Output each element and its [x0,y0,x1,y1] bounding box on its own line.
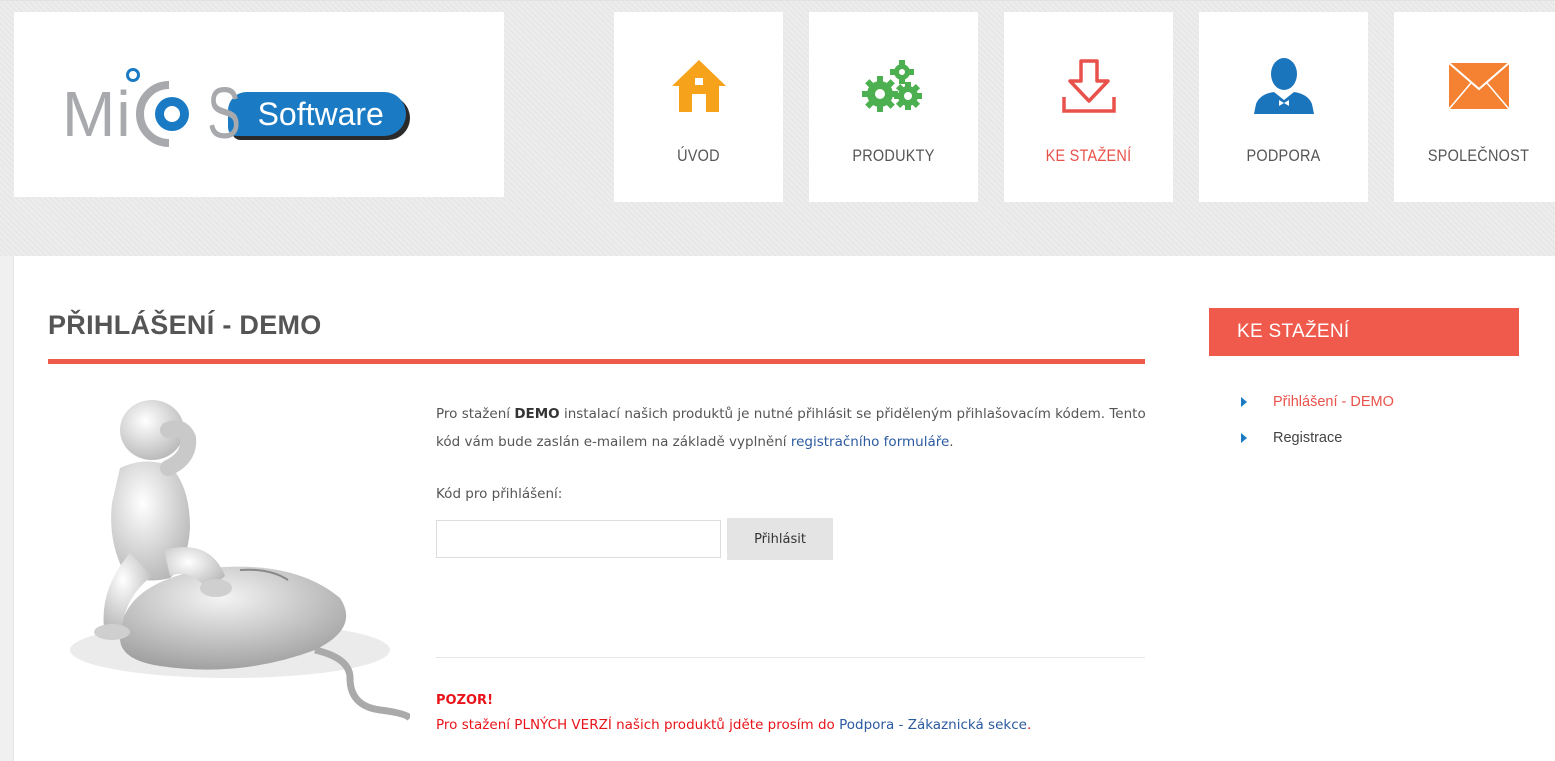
code-field-label: Kód pro přihlášení: [436,486,563,502]
gears-icon [861,54,926,118]
registration-form-link[interactable]: registračního formuláře [791,434,949,450]
triangle-bullet-icon [1241,397,1247,407]
logo-panel[interactable]: Mi S Software [14,12,504,197]
login-button[interactable]: Přihlásit [727,518,833,560]
nav-tile-produkty[interactable]: PRODUKTY [809,12,978,202]
triangle-bullet-icon [1241,433,1247,443]
sidebar-item-registrace[interactable]: Registrace [1241,424,1394,460]
logo-rings-icon [135,81,189,147]
nav-tile-ke-stazeni[interactable]: KE STAŽENÍ [1004,12,1173,202]
page-title: PŘIHLÁŠENÍ - DEMO [48,310,322,340]
download-icon [1057,54,1121,118]
nav-label-spolecnost: SPOLEČNOST [1427,146,1530,165]
support-customer-section-link[interactable]: Podpora - Zákaznická sekce [839,717,1027,733]
section-divider [436,657,1145,658]
intro-text: Pro stažení [436,406,515,422]
login-code-input[interactable] [436,520,721,558]
sidebar-heading: KE STAŽENÍ [1209,308,1519,356]
nav-label-uvod: ÚVOD [677,146,720,165]
intro-bold-demo: DEMO [514,406,560,422]
sidebar-menu: Přihlášení - DEMO Registrace [1241,388,1394,460]
warning-title: POZOR! [436,693,493,708]
logo-software-pill: Software [227,92,406,136]
home-icon [667,54,731,118]
logo-text-mi: Mi [62,78,132,150]
intro-paragraph: Pro stažení DEMO instalací našich produk… [436,400,1156,456]
nav-label-produkty: PRODUKTY [852,146,935,165]
support-person-icon [1252,54,1316,118]
logo-text-s: S [206,74,241,154]
page-left-edge [0,256,14,761]
logo-i-dot [126,68,140,82]
nav-label-podpora: PODPORA [1246,146,1321,165]
sidebar-item-label: Registrace [1273,430,1343,446]
nav-tile-uvod[interactable]: ÚVOD [614,12,783,202]
warning-text: Pro stažení PLNÝCH VERZÍ našich produktů… [436,717,1031,733]
micos-software-logo[interactable]: Mi S Software [62,68,406,154]
intro-period: . [949,434,954,450]
nav-label-ke-stazeni: KE STAŽENÍ [1045,146,1132,165]
nav-tile-spolecnost[interactable]: SPOLEČNOST [1394,12,1555,202]
nav-tile-podpora[interactable]: PODPORA [1199,12,1368,202]
thinking-figure-on-mouse-image [70,400,410,721]
warning-message: Pro stažení PLNÝCH VERZÍ našich produktů… [436,717,840,733]
warning-period: . [1026,717,1032,733]
sidebar-item-label: Přihlášení - DEMO [1273,394,1394,410]
title-underline [48,359,1145,364]
sidebar-item-prihlaseni-demo[interactable]: Přihlášení - DEMO [1241,388,1394,424]
envelope-icon [1447,54,1511,118]
